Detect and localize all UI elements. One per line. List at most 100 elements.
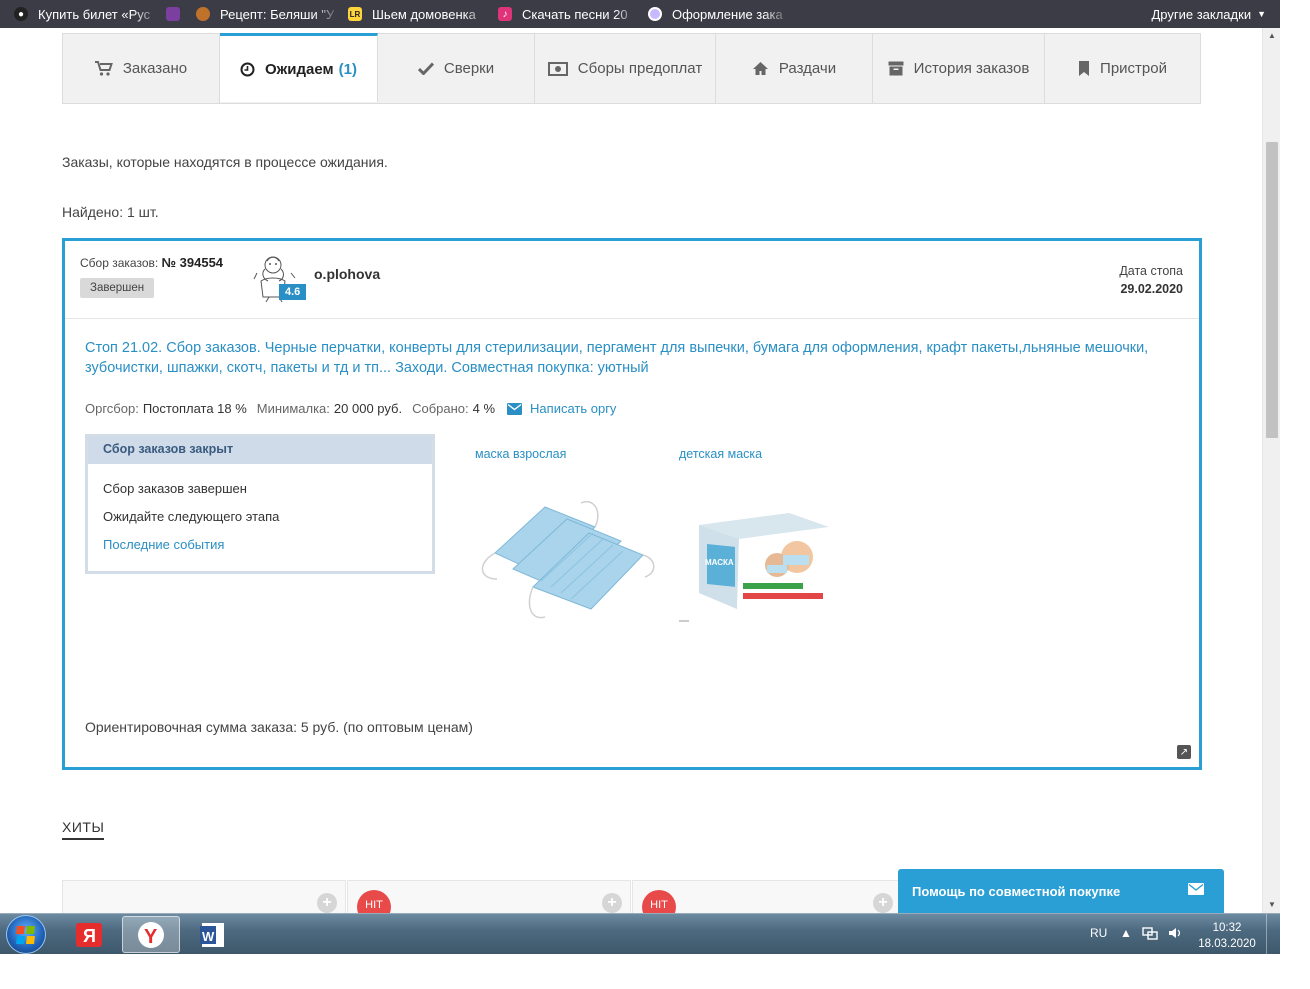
tab-label: Сверки — [443, 60, 495, 77]
taskbar: Я Y W RU ▲ 10:32 18.03.2020 — [0, 913, 1280, 955]
envelope-icon — [1188, 883, 1204, 895]
archive-icon — [888, 61, 904, 76]
bookmark-icon — [1078, 61, 1090, 76]
below-area — [0, 954, 1280, 989]
order-number-value[interactable]: № 394554 — [162, 255, 223, 270]
bookmark-item[interactable] — [160, 0, 190, 28]
language-indicator[interactable]: RU — [1090, 926, 1107, 940]
purchase-help-label: Помощь по совместной покупке — [912, 883, 1121, 899]
write-organizer-label: Написать оргу — [530, 401, 617, 416]
product-image[interactable] — [475, 493, 657, 625]
yandex-browser-taskbar-button[interactable]: Y — [122, 916, 180, 953]
stop-date-label: Дата стопа — [1119, 264, 1183, 278]
scroll-thumb[interactable] — [1266, 142, 1278, 438]
money-icon — [547, 61, 568, 76]
purchase-help-button[interactable]: Помощь по совместной покупке — [898, 869, 1224, 913]
lr-icon: LR — [348, 7, 362, 21]
other-bookmarks[interactable]: Другие закладки ▼ — [1151, 0, 1266, 28]
triangle-down-icon: ▼ — [1257, 9, 1266, 19]
tab-label: Пристрой — [1100, 60, 1167, 77]
tab-resale[interactable]: Пристрой — [1045, 34, 1200, 103]
windows-start-icon[interactable] — [6, 915, 46, 954]
plus-icon[interactable]: + — [602, 893, 622, 913]
bookmark-item[interactable]: Рецепт: Беляши "У — [190, 0, 340, 28]
bookmark-item[interactable]: ♪ Скачать песни 20 — [490, 0, 640, 28]
order-description-link[interactable]: Стоп 21.02. Сбор заказов. Черные перчатк… — [85, 338, 1175, 378]
tab-label: Ожидаем — [265, 60, 334, 78]
order-meta: Оргсбор: Постоплата 18 % Минималка: 20 0… — [85, 401, 616, 416]
organizer-rating: 4.6 — [279, 284, 307, 300]
check-icon — [417, 62, 434, 75]
music-icon: ♪ — [498, 7, 512, 21]
tab-waiting[interactable]: Ожидаем (1) — [220, 33, 378, 102]
tab-ordered[interactable]: Заказано — [63, 34, 220, 103]
svg-text:W: W — [202, 929, 215, 944]
order-total: Ориентировочная сумма заказа: 5 руб. (по… — [85, 719, 473, 735]
tab-reconciliations[interactable]: Сверки — [378, 34, 535, 103]
tab-label: История заказов — [913, 60, 1030, 77]
word-taskbar-button[interactable]: W — [184, 916, 242, 953]
word-icon: W — [200, 922, 224, 947]
plus-icon[interactable]: + — [317, 893, 337, 913]
right-margin — [1280, 0, 1310, 989]
home-icon — [752, 61, 769, 76]
order-number-label: Сбор заказов: — [80, 256, 159, 270]
scroll-down-icon[interactable]: ▼ — [1263, 897, 1281, 913]
yandex-browser-icon: Y — [138, 921, 164, 948]
orgsbor-label: Оргсбор: — [85, 401, 139, 416]
wait-next-stage-text: Ожидайте следующего этапа — [103, 509, 280, 524]
order-number: Сбор заказов: № 394554 — [80, 255, 223, 270]
hits-heading[interactable]: ХИТЫ — [62, 819, 105, 840]
collection-closed-header: Сбор заказов закрыт — [88, 437, 432, 464]
bookmark-item[interactable]: Оформление зака — [640, 0, 790, 28]
write-organizer-link[interactable]: Написать оргу — [507, 401, 616, 416]
bookmark-item[interactable]: ● Купить билет «Рус — [0, 0, 160, 28]
order-card: Сбор заказов: № 394554 Завершен 4.6 o.pl… — [62, 238, 1202, 770]
found-count: Найдено: 1 шт. — [62, 204, 159, 220]
system-clock[interactable]: 10:32 18.03.2020 — [1196, 920, 1258, 952]
recent-events-link[interactable]: Последние события — [103, 537, 224, 552]
clock-time: 10:32 — [1212, 922, 1242, 934]
orders-tabs: Заказано Ожидаем (1) Сверки Сборы предоп… — [62, 33, 1201, 104]
tab-label: Заказано — [122, 60, 188, 77]
product-link[interactable]: маска взрослая — [475, 447, 566, 461]
vertical-scrollbar[interactable]: ▲ ▼ — [1262, 28, 1280, 913]
circle-icon — [648, 7, 662, 21]
orgsbor-value: Постоплата 18 % — [142, 401, 247, 416]
product-link[interactable]: детская маска — [679, 447, 762, 461]
yandex-icon: Я — [76, 922, 102, 947]
collected-value: 4 % — [472, 401, 496, 416]
organizer-name[interactable]: o.plohova — [314, 266, 380, 282]
collected-label: Собрано: — [412, 401, 469, 416]
tab-count: (1) — [338, 60, 357, 78]
page-intro: Заказы, которые находятся в процессе ожи… — [62, 154, 388, 170]
tray-arrow-icon[interactable]: ▲ — [1120, 926, 1132, 940]
yandex-search-taskbar-button[interactable]: Я — [60, 916, 118, 953]
order-card-header: Сбор заказов: № 394554 Завершен 4.6 o.pl… — [65, 241, 1199, 319]
tab-distributions[interactable]: Раздачи — [716, 34, 873, 103]
network-icon[interactable] — [1142, 926, 1158, 943]
status-badge: Завершен — [80, 278, 155, 298]
product-image[interactable]: МАСКА — [679, 493, 859, 625]
collection-completed-text: Сбор заказов завершен — [103, 481, 247, 496]
drop-icon: ● — [14, 7, 28, 21]
collection-closed-box: Сбор заказов закрыт Сбор заказов заверше… — [85, 434, 435, 574]
scroll-up-icon[interactable]: ▲ — [1263, 28, 1281, 44]
volume-icon[interactable] — [1168, 926, 1182, 943]
clock-icon — [240, 62, 255, 77]
tab-prepayments[interactable]: Сборы предоплат — [535, 34, 716, 103]
bookmark-label: Шьем домовенка — [372, 6, 476, 22]
hit-card[interactable]: + — [62, 880, 346, 913]
envelope-icon — [507, 402, 523, 415]
tab-order-history[interactable]: История заказов — [873, 34, 1045, 103]
svg-text:Я: Я — [83, 926, 96, 946]
stop-date-value: 29.02.2020 — [1120, 282, 1183, 296]
bookmark-label: Скачать песни 20 — [522, 6, 628, 22]
clock-date: 18.03.2020 — [1198, 938, 1256, 950]
plus-icon[interactable]: + — [873, 893, 893, 913]
tab-label: Раздачи — [778, 60, 837, 77]
bookmark-item[interactable]: LR Шьем домовенка — [340, 0, 490, 28]
expand-icon[interactable]: ↗ — [1177, 745, 1191, 759]
tab-label: Сборы предоплат — [577, 60, 703, 77]
show-desktop-button[interactable] — [1266, 914, 1280, 955]
